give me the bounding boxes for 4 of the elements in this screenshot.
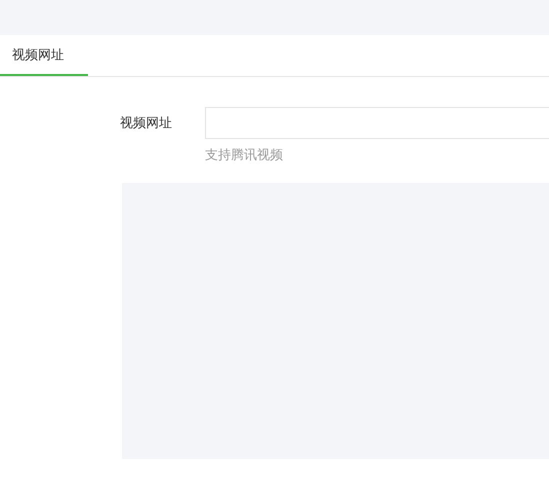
input-field[interactable] xyxy=(205,107,549,139)
hint-text: 支持腾讯视频 xyxy=(205,146,284,164)
tab[interactable]: 视频网址 xyxy=(0,35,88,76)
field-label: 视频网址 xyxy=(120,114,173,132)
